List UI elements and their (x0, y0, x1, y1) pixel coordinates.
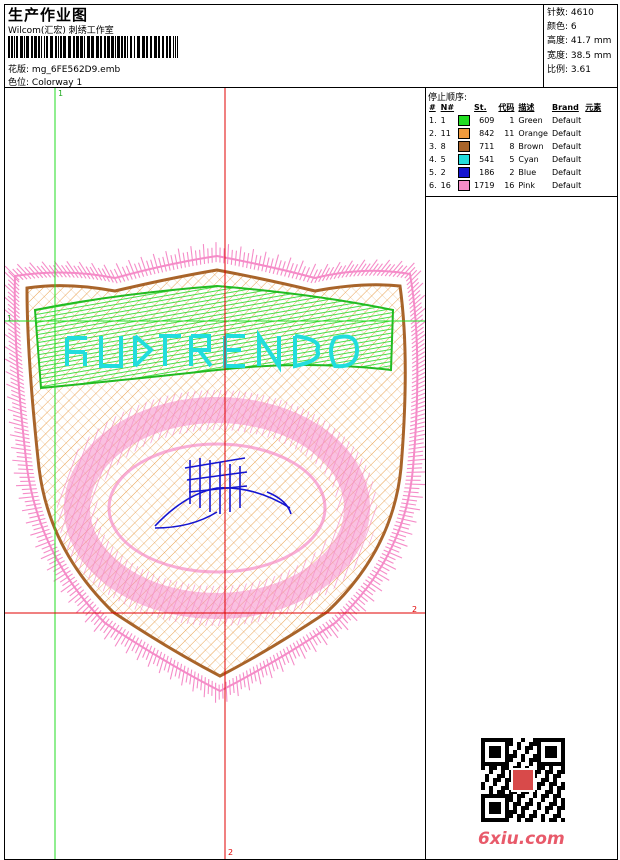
stop-row: 3. 8 711 8 Brown Default (427, 140, 603, 153)
stat-stitches: 针数: 4610 (547, 8, 594, 18)
row-needle: 16 (440, 181, 451, 190)
guide-label-h2: 2 (412, 605, 418, 614)
design-stats: 针数: 4610 颜色: 6 高度: 41.7 mm 宽度: 38.5 mm 比… (547, 6, 611, 77)
color-swatch (458, 154, 471, 165)
stop-row: 4. 5 541 5 Cyan Default (427, 153, 603, 166)
row-stitches: 711 (479, 142, 495, 151)
row-brand: Default (551, 168, 582, 177)
row-needle: 11 (440, 129, 451, 138)
row-swatch (456, 153, 472, 166)
row-description: Blue (518, 168, 537, 177)
row-description: Green (518, 116, 543, 125)
stop-row: 2. 11 842 11 Orange Default (427, 127, 603, 140)
guide-label-h1: 1 (7, 314, 13, 323)
row-swatch (456, 127, 472, 140)
color-swatch (458, 128, 471, 139)
guide-label-v2: 2 (228, 848, 234, 857)
col-stitches: St. (474, 103, 487, 112)
stat-width: 宽度: 38.5 mm (547, 50, 612, 61)
stop-sequence-table: # N# St. 代码 描述 Brand 元素 1. 1 609 1 Green Defa… (427, 101, 603, 192)
row-code: 2 (509, 168, 515, 177)
row-index: 5. (429, 168, 437, 177)
row-needle: 2 (440, 168, 446, 177)
stop-sequence-divider (425, 196, 618, 197)
color-swatch (458, 115, 471, 126)
col-index: # (429, 103, 436, 112)
col-code: 代码 (498, 103, 515, 112)
watermark-site: 6xiu.com (478, 829, 565, 849)
stat-colors: 颜色: 6 (547, 22, 577, 33)
row-stitches: 1719 (474, 181, 495, 190)
color-swatch (458, 167, 471, 178)
col-needle: N# (440, 103, 455, 112)
row-index: 2. (429, 129, 437, 138)
row-swatch (456, 140, 472, 153)
stop-row: 6. 16 1719 16 Pink Default (427, 179, 603, 192)
shield-emblem (5, 242, 425, 703)
col-brand: Brand (551, 103, 579, 112)
row-needle: 1 (440, 116, 446, 125)
colorway-label: 色位: (8, 78, 30, 88)
row-swatch (456, 166, 472, 179)
row-brand: Default (551, 181, 582, 190)
row-code: 11 (504, 129, 515, 138)
row-element (583, 153, 603, 166)
col-swatch (456, 101, 472, 114)
page-subtitle: Wilcom(汇宏) 刺绣工作室 (8, 26, 114, 36)
stat-height: 高度: 41.7 mm (547, 36, 612, 47)
stop-table-header: # N# St. 代码 描述 Brand 元素 (427, 101, 603, 114)
guide-label-v1: 1 (58, 89, 64, 98)
row-element (583, 166, 603, 179)
design-file-line: 花版: mg_6FE562D9.emb (8, 62, 120, 75)
row-index: 3. (429, 142, 437, 151)
row-code: 5 (509, 155, 515, 164)
col-description: 描述 (518, 103, 535, 112)
design-file-name: mg_6FE562D9.emb (31, 65, 121, 75)
row-element (583, 127, 603, 140)
row-description: Cyan (518, 155, 539, 164)
row-swatch (456, 114, 472, 127)
color-swatch (458, 180, 471, 191)
col-element: 元素 (585, 103, 602, 112)
row-element (583, 114, 603, 127)
row-needle: 5 (440, 155, 446, 164)
row-code: 1 (509, 116, 515, 125)
row-brand: Default (551, 142, 582, 151)
row-code: 16 (504, 181, 515, 190)
row-needle: 8 (440, 142, 446, 151)
row-index: 1. (429, 116, 437, 125)
row-brand: Default (551, 155, 582, 164)
qr-code (481, 738, 565, 822)
row-code: 8 (509, 142, 515, 151)
row-brand: Default (551, 129, 582, 138)
stats-divider (543, 4, 544, 88)
row-element (583, 179, 603, 192)
stat-scale: 比例: 3.61 (547, 64, 591, 75)
row-element (583, 140, 603, 153)
design-file-label: 花版: (8, 65, 30, 75)
row-stitches: 842 (479, 129, 495, 138)
row-stitches: 541 (479, 155, 495, 164)
colorway-line: 色位: Colorway 1 (8, 75, 82, 88)
page-title: 生产作业图 (8, 6, 89, 24)
row-swatch (456, 179, 472, 192)
embroidery-design-canvas (5, 88, 425, 859)
barcode (8, 36, 178, 58)
row-description: Brown (518, 142, 544, 151)
row-stitches: 186 (479, 168, 495, 177)
row-stitches: 609 (479, 116, 495, 125)
colorway-name: Colorway 1 (31, 78, 83, 88)
row-description: Orange (518, 129, 548, 138)
stop-row: 1. 1 609 1 Green Default (427, 114, 603, 127)
row-brand: Default (551, 116, 582, 125)
row-index: 4. (429, 155, 437, 164)
color-swatch (458, 141, 471, 152)
stop-row: 5. 2 186 2 Blue Default (427, 166, 603, 179)
row-index: 6. (429, 181, 437, 190)
side-panel-divider (425, 88, 426, 860)
row-description: Pink (518, 181, 535, 190)
